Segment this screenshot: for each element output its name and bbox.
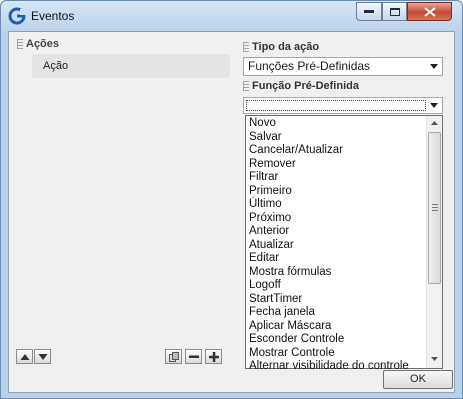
copy-button[interactable] xyxy=(165,349,182,364)
scroll-thumb[interactable] xyxy=(428,132,441,284)
tipo-acao-select[interactable]: Funções Pré-Definidas xyxy=(243,57,443,76)
scroll-up-button[interactable] xyxy=(428,117,442,131)
collapse-grip-icon[interactable] xyxy=(17,39,23,50)
dropdown-option[interactable]: Mostrar Controle xyxy=(247,347,427,361)
move-up-button[interactable] xyxy=(16,349,33,364)
move-down-button[interactable] xyxy=(34,349,51,364)
dropdown-option[interactable]: Próximo xyxy=(247,212,427,226)
plus-icon xyxy=(208,351,219,362)
copy-icon xyxy=(168,351,179,362)
minus-icon xyxy=(188,355,199,358)
window-title: Eventos xyxy=(31,9,75,23)
close-button[interactable] xyxy=(407,2,452,21)
scroll-up-icon xyxy=(431,121,438,125)
dropdown-option[interactable]: StartTimer xyxy=(247,293,427,307)
dropdown-option[interactable]: Alternar visibilidade do controle xyxy=(247,360,427,374)
tipo-acao-value: Funções Pré-Definidas xyxy=(248,59,371,73)
list-item-acao[interactable]: Ação xyxy=(32,54,230,78)
arrow-up-icon xyxy=(20,353,29,360)
dropdown-option[interactable]: Salvar xyxy=(247,131,427,145)
tipo-acao-label: Tipo da ação xyxy=(243,41,319,53)
tipo-acao-label-text: Tipo da ação xyxy=(252,41,320,53)
collapse-grip-icon[interactable] xyxy=(243,81,249,92)
acoes-panel: Ações Ação xyxy=(13,36,233,366)
dropdown-option[interactable]: Remover xyxy=(247,158,427,172)
acoes-header: Ações xyxy=(17,36,59,52)
title-bar[interactable]: Eventos xyxy=(1,1,462,31)
dropdown-option[interactable]: Aplicar Máscara xyxy=(247,320,427,334)
arrow-down-icon xyxy=(38,353,47,360)
dropdown-option[interactable]: Anterior xyxy=(247,225,427,239)
maximize-icon xyxy=(389,7,400,16)
dropdown-scrollbar[interactable] xyxy=(426,116,442,368)
chevron-down-icon xyxy=(430,103,438,108)
scroll-down-button[interactable] xyxy=(428,353,442,367)
dropdown-options: Novo Salvar Cancelar/Atualizar Remover F… xyxy=(247,117,427,374)
dropdown-option[interactable]: Esconder Controle xyxy=(247,333,427,347)
remove-button[interactable] xyxy=(185,349,202,364)
dropdown-option[interactable]: Novo xyxy=(247,117,427,131)
focus-rect xyxy=(246,100,426,111)
app-logo-icon xyxy=(8,7,26,25)
acoes-title: Ações xyxy=(26,38,60,50)
dropdown-option[interactable]: Logoff xyxy=(247,279,427,293)
minimize-button[interactable] xyxy=(356,2,382,21)
add-button[interactable] xyxy=(205,349,222,364)
minimize-icon xyxy=(364,9,374,13)
chevron-down-icon xyxy=(430,64,438,69)
funcao-dropdown-list[interactable]: Novo Salvar Cancelar/Atualizar Remover F… xyxy=(245,115,443,372)
dropdown-option[interactable]: Editar xyxy=(247,252,427,266)
dropdown-option[interactable]: Último xyxy=(247,198,427,212)
scroll-down-icon xyxy=(431,357,438,361)
funcao-predefinida-label: Função Pré-Definida xyxy=(243,80,359,92)
maximize-button[interactable] xyxy=(382,2,407,21)
dropdown-option[interactable]: Primeiro xyxy=(247,185,427,199)
dropdown-option[interactable]: Atualizar xyxy=(247,239,427,253)
grip-icon xyxy=(432,204,438,211)
dropdown-option[interactable]: Filtrar xyxy=(247,171,427,185)
funcao-predefinida-select[interactable] xyxy=(243,97,443,114)
dropdown-option[interactable]: Cancelar/Atualizar xyxy=(247,144,427,158)
close-icon xyxy=(423,6,436,17)
collapse-grip-icon[interactable] xyxy=(243,42,249,53)
dropdown-option[interactable]: Fecha janela xyxy=(247,306,427,320)
dropdown-option[interactable]: Mostra fórmulas xyxy=(247,266,427,280)
funcao-predefinida-label-text: Função Pré-Definida xyxy=(252,80,359,92)
